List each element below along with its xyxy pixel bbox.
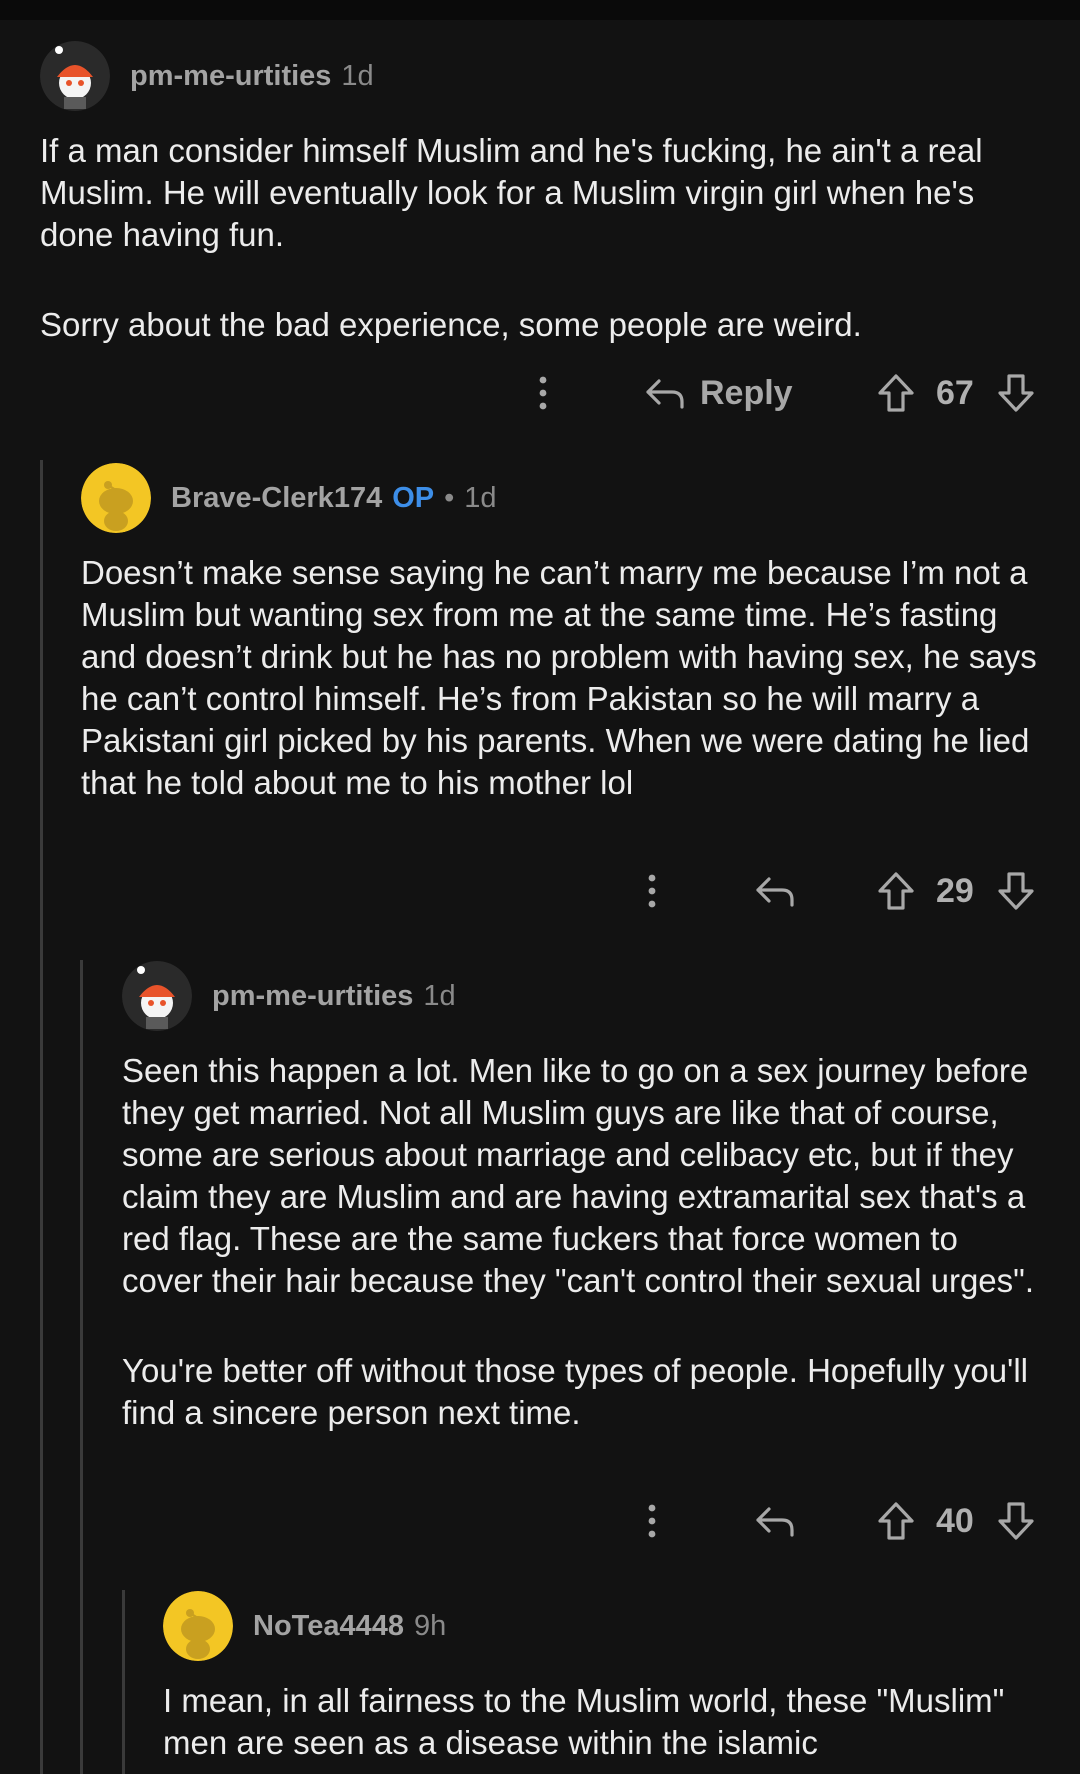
op-badge: OP — [392, 481, 435, 514]
reply-button[interactable] — [754, 873, 796, 909]
upvote-button[interactable] — [876, 1500, 916, 1542]
timestamp: 1d — [423, 979, 456, 1012]
more-vertical-icon — [648, 874, 656, 908]
upvote-arrow-icon — [878, 374, 914, 412]
downvote-arrow-icon — [998, 872, 1034, 910]
upvote-button[interactable] — [876, 870, 916, 912]
comment-text: Sorry about the bad experience, some peo… — [40, 306, 862, 343]
status-bar — [0, 0, 1080, 20]
comment-text: Seen this happen a lot. Men like to go o… — [122, 1052, 1035, 1299]
upvote-arrow-icon — [878, 872, 914, 910]
timestamp: 1d — [464, 481, 497, 514]
vote-count: 29 — [936, 871, 974, 910]
reply-label: Reply — [700, 373, 793, 412]
downvote-button[interactable] — [996, 870, 1036, 912]
upvote-button[interactable] — [876, 372, 916, 414]
reply-button[interactable] — [754, 1503, 796, 1539]
comment-body: Seen this happen a lot. Men like to go o… — [122, 1050, 1042, 1434]
more-options-button[interactable] — [639, 871, 665, 911]
separator: • — [444, 481, 455, 514]
comment-text: I mean, in all fairness to the Muslim wo… — [163, 1682, 1005, 1761]
comment-actions: 40 — [0, 1496, 1080, 1546]
timestamp: 9h — [414, 1609, 447, 1642]
vote-count: 40 — [936, 1501, 974, 1540]
comment-actions: 29 — [0, 866, 1080, 916]
upvote-arrow-icon — [878, 1502, 914, 1540]
reply-button[interactable]: Reply — [644, 374, 793, 413]
downvote-arrow-icon — [998, 374, 1034, 412]
comment-actions: Reply 67 — [0, 368, 1080, 418]
comment-body: Doesn’t make sense saying he can’t marry… — [81, 552, 1041, 804]
comment-text: Doesn’t make sense saying he can’t marry… — [81, 554, 1037, 801]
comment-text: If a man consider himself Muslim and he'… — [40, 132, 983, 253]
comment-body: If a man consider himself Muslim and he'… — [40, 130, 1040, 346]
comment: pm-me-urtities 1d If a man consider hims… — [40, 40, 1040, 346]
user-avatar[interactable] — [122, 961, 192, 1031]
snoo-avatar-icon — [122, 961, 192, 1031]
username[interactable]: pm-me-urtities — [212, 980, 413, 1013]
downvote-arrow-icon — [998, 1502, 1034, 1540]
username[interactable]: Brave-Clerk174 — [171, 482, 382, 515]
comment: pm-me-urtities 1d Seen this happen a lot… — [122, 960, 1042, 1434]
timestamp: 1d — [341, 59, 374, 92]
snoo-avatar-icon — [40, 41, 110, 111]
more-vertical-icon — [539, 376, 547, 410]
snoo-avatar-icon — [81, 463, 151, 533]
thread-line[interactable] — [122, 1590, 125, 1774]
snoo-avatar-icon — [163, 1591, 233, 1661]
reply-arrow-icon — [756, 877, 794, 907]
downvote-button[interactable] — [996, 372, 1036, 414]
username[interactable]: NoTea4448 — [253, 1610, 404, 1643]
more-vertical-icon — [648, 1504, 656, 1538]
reply-arrow-icon — [756, 1507, 794, 1537]
thread-line[interactable] — [80, 960, 83, 1774]
comment-text: You're better off without those types of… — [122, 1352, 1029, 1431]
username[interactable]: pm-me-urtities — [130, 60, 331, 93]
comment-body: I mean, in all fairness to the Muslim wo… — [163, 1680, 1043, 1764]
user-avatar[interactable] — [40, 41, 110, 111]
downvote-button[interactable] — [996, 1500, 1036, 1542]
vote-count: 67 — [936, 373, 974, 412]
more-options-button[interactable] — [530, 373, 556, 413]
thread-line[interactable] — [40, 460, 43, 1774]
user-avatar[interactable] — [163, 1591, 233, 1661]
reply-arrow-icon — [646, 379, 684, 409]
more-options-button[interactable] — [639, 1501, 665, 1541]
comment: NoTea4448 9h I mean, in all fairness to … — [163, 1590, 1043, 1764]
user-avatar[interactable] — [81, 463, 151, 533]
comment: Brave-Clerk174 OP • 1d Doesn’t make sens… — [81, 462, 1041, 804]
